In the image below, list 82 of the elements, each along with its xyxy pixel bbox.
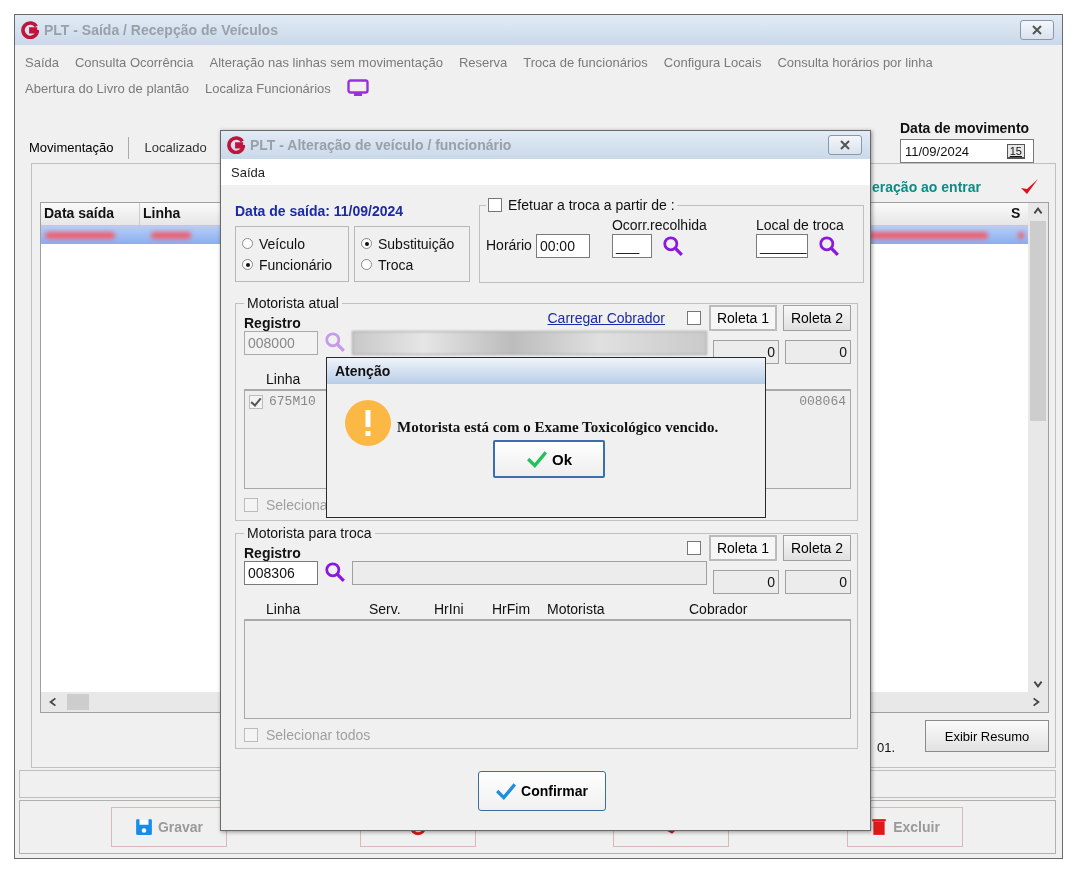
alert-title: Atenção: [327, 358, 765, 384]
tab[interactable]: Movimentação: [27, 137, 129, 159]
search-icon[interactable]: [661, 235, 684, 257]
checkbox[interactable]: [488, 198, 502, 212]
warning-icon: [345, 400, 391, 446]
window-title: PLT - Saída / Recepção de Veículos: [44, 22, 279, 38]
menu-item[interactable]: Configura Locais: [663, 54, 762, 70]
monitor-icon[interactable]: [346, 79, 369, 97]
scroll-thumb[interactable]: [1030, 221, 1046, 421]
column-header: Linha: [266, 371, 301, 387]
close-icon: [839, 140, 851, 150]
menu-item[interactable]: Troca de funcionários: [523, 54, 648, 70]
radio-button[interactable]: [242, 259, 253, 270]
roleta-button[interactable]: Roleta 2: [783, 535, 851, 561]
menu-item[interactable]: Abertura do Livro de plantão: [25, 80, 190, 96]
column-header[interactable]: S: [1008, 203, 1028, 225]
menu-item[interactable]: Reserva: [458, 54, 508, 70]
close-button[interactable]: [1020, 20, 1054, 40]
radio-button[interactable]: [242, 238, 253, 249]
counter-field: 0: [713, 570, 779, 594]
radio-option[interactable]: Funcionário: [242, 256, 348, 273]
roleta-button[interactable]: Roleta 1: [709, 535, 777, 561]
menu-item[interactable]: Saída: [231, 164, 265, 180]
checkbox[interactable]: [687, 541, 701, 555]
calendar-button[interactable]: 15: [1006, 143, 1025, 159]
date-field[interactable]: 11/09/2024 15: [900, 139, 1034, 163]
name-field[interactable]: [352, 331, 707, 355]
menu-item[interactable]: Localiza Funcionários: [205, 80, 331, 96]
column-header: Serv.: [369, 601, 401, 617]
list-cell: 675M10: [269, 394, 316, 409]
time-field[interactable]: 00:00: [535, 234, 590, 258]
menu-item[interactable]: Saída: [25, 54, 59, 70]
menu-item[interactable]: Consulta horários por linha: [777, 54, 933, 70]
field-label: Ocorr.recolhida: [611, 217, 708, 233]
radio-option[interactable]: Veículo: [242, 235, 348, 252]
name-field[interactable]: [352, 561, 707, 585]
column-header: HrIni: [434, 601, 464, 617]
notice-text: eração ao entrar: [872, 179, 981, 195]
field-label: Local de troca: [755, 217, 844, 233]
radio-button[interactable]: [361, 238, 372, 249]
logo-icon: [227, 136, 245, 154]
radio-option[interactable]: Troca: [361, 256, 469, 273]
group-title: Motorista para troca: [246, 525, 373, 541]
scroll-thumb[interactable]: [67, 694, 89, 710]
column-header: HrFim: [492, 601, 531, 617]
list-cell: 008064: [799, 394, 846, 409]
search-icon[interactable]: [817, 235, 840, 257]
ok-button[interactable]: Ok: [493, 440, 605, 478]
registro-field[interactable]: 008306: [244, 561, 318, 585]
window-title: PLT - Alteração de veículo / funcionário: [250, 137, 513, 153]
search-icon[interactable]: [324, 561, 346, 583]
time-label: Horário: [486, 237, 532, 253]
counter-field: 0: [785, 340, 851, 364]
check-icon: [495, 782, 518, 800]
date-heading: Data de saída: 11/09/2024: [235, 203, 405, 221]
vertical-scrollbar[interactable]: [1028, 203, 1048, 692]
column-header[interactable]: Data saída: [41, 203, 140, 225]
footer-text: 01.: [876, 740, 895, 755]
registro-label: Registro: [244, 315, 301, 331]
floppy-icon: [134, 818, 153, 836]
summary-button[interactable]: Exibir Resumo: [925, 720, 1049, 752]
radio-button[interactable]: [361, 259, 372, 270]
checkbox-label: Efetuar a troca a partir de :: [508, 197, 675, 213]
column-header: Cobrador: [689, 601, 748, 617]
occurrence-field[interactable]: ___: [611, 234, 652, 258]
alert-message: Motorista está com o Exame Toxicológico vencido.: [397, 418, 719, 436]
logo-icon: [21, 21, 39, 39]
column-header: Motorista: [547, 601, 605, 617]
registro-label: Registro: [244, 545, 301, 561]
column-header: Linha: [266, 601, 301, 617]
group-title: Motorista atual: [246, 295, 340, 311]
date-label: Data de movimento: [900, 120, 1031, 136]
confirm-button[interactable]: Confirmar: [477, 771, 606, 811]
counter-field: 0: [785, 570, 851, 594]
menu-item[interactable]: Alteração nas linhas sem movimentação: [209, 54, 443, 70]
radio-option[interactable]: Substituição: [361, 235, 469, 252]
close-icon: [1031, 25, 1043, 35]
place-field[interactable]: ______: [755, 234, 808, 258]
check-icon: [526, 450, 548, 468]
menu-item[interactable]: Consulta Ocorrência: [75, 54, 194, 70]
trash-icon: [870, 818, 889, 836]
close-button[interactable]: [828, 135, 862, 155]
